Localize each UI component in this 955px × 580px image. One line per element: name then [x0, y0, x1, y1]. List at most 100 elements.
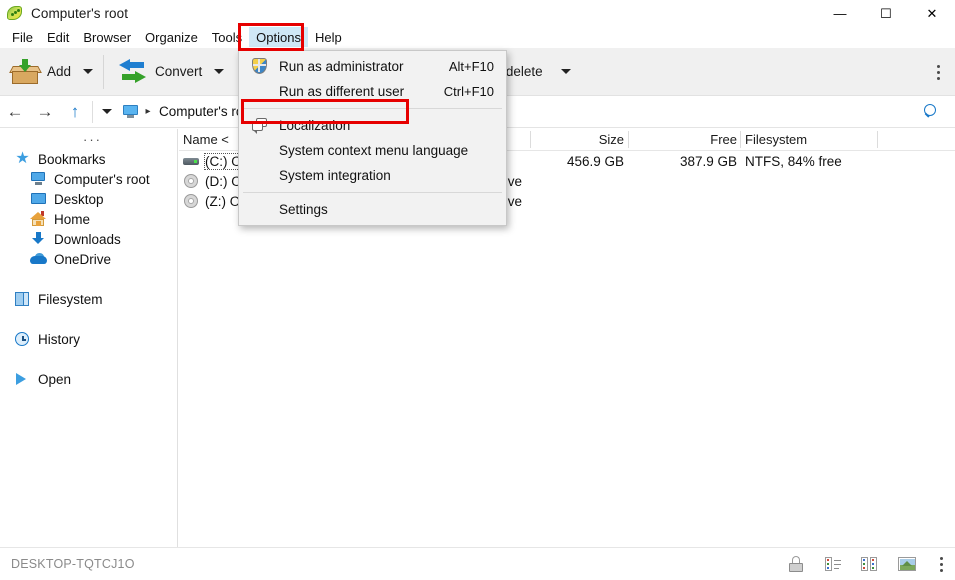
menu-item-label: Localization	[279, 118, 350, 133]
up-button[interactable]: ↑	[60, 97, 90, 127]
column-header-free[interactable]: Free	[632, 129, 737, 150]
filesystem-icon	[14, 291, 31, 307]
sidebar-item-desktop[interactable]: Desktop	[0, 189, 177, 209]
menu-edit[interactable]: Edit	[40, 27, 76, 47]
column-divider[interactable]	[740, 131, 741, 148]
sidebar-item-open[interactable]: Open	[0, 369, 177, 389]
add-box-icon	[10, 58, 40, 86]
sidebar-item-label: Filesystem	[38, 292, 103, 307]
sidebar-item-label: Computer's root	[54, 172, 150, 187]
list-view-icon[interactable]	[861, 555, 879, 573]
forward-button[interactable]: →	[30, 97, 60, 127]
play-icon	[14, 371, 31, 387]
menu-item-shortcut: Alt+F10	[449, 59, 494, 74]
sidebar-item-bookmarks[interactable]: ★ Bookmarks	[0, 149, 177, 169]
menu-item-label: Run as different user	[279, 84, 404, 99]
column-divider[interactable]	[877, 131, 878, 148]
row-size-cell: 456.9 GB	[534, 151, 624, 171]
secure-delete-dropdown-caret[interactable]	[555, 52, 577, 92]
history-dropdown-button[interactable]	[95, 97, 119, 127]
column-divider[interactable]	[628, 131, 629, 148]
title-bar: Computer's root — ☐ ✕	[0, 0, 955, 26]
details-view-icon[interactable]	[824, 555, 842, 573]
sidebar-item-downloads[interactable]: Downloads	[0, 229, 177, 249]
sidebar-item-label: Downloads	[54, 232, 121, 247]
menu-item-run-as-administrator[interactable]: Run as administrator Alt+F10	[239, 54, 506, 79]
overflow-dot	[937, 65, 940, 68]
optical-drive-icon	[183, 194, 199, 208]
menu-item-label: Settings	[279, 202, 328, 217]
menu-help[interactable]: Help	[308, 27, 349, 47]
toolbar-convert-group: Convert	[108, 48, 230, 96]
menu-browser[interactable]: Browser	[76, 27, 138, 47]
window-title: Computer's root	[31, 6, 128, 21]
toolbar-add-group: Add	[0, 48, 99, 96]
chevron-down-icon	[561, 69, 571, 74]
menu-item-label: System integration	[279, 168, 391, 183]
desktop-icon	[30, 191, 47, 207]
convert-button[interactable]: Convert	[108, 52, 208, 92]
toolbar-overflow-button[interactable]	[927, 48, 949, 96]
menu-tools[interactable]: Tools	[205, 27, 249, 47]
chevron-down-icon	[102, 109, 112, 114]
thumbnail-view-icon[interactable]	[898, 555, 916, 573]
sidebar-item-label: Open	[38, 372, 71, 387]
maximize-button[interactable]: ☐	[863, 0, 909, 26]
star-icon: ★	[14, 151, 31, 167]
add-dropdown-caret[interactable]	[77, 52, 99, 92]
close-button[interactable]: ✕	[909, 0, 955, 26]
menu-item-run-as-different-user[interactable]: Run as different user Ctrl+F10	[239, 79, 506, 104]
window-controls: — ☐ ✕	[817, 0, 955, 26]
chevron-down-icon	[83, 69, 93, 74]
sidebar-item-onedrive[interactable]: OneDrive	[0, 249, 177, 269]
overflow-dot	[937, 71, 940, 74]
optical-drive-icon	[183, 174, 199, 188]
column-header-name[interactable]: Name <	[183, 129, 229, 150]
sidebar-item-filesystem[interactable]: Filesystem	[0, 289, 177, 309]
toolbar-divider-1	[103, 55, 104, 89]
sidebar-overflow-dots[interactable]: ···	[0, 129, 177, 149]
search-icon[interactable]	[923, 104, 941, 122]
menu-file[interactable]: File	[5, 27, 40, 47]
chevron-right-icon: ▸	[141, 106, 155, 117]
menu-options[interactable]: Options	[249, 27, 308, 47]
shield-icon	[251, 58, 268, 75]
menu-item-label: Run as administrator	[279, 59, 404, 74]
minimize-button[interactable]: —	[817, 0, 863, 26]
menu-item-label: System context menu language	[279, 143, 468, 158]
sidebar: ··· ★ Bookmarks Computer's root Desktop …	[0, 129, 178, 547]
sidebar-item-home[interactable]: Home	[0, 209, 177, 229]
lock-icon[interactable]	[787, 555, 805, 573]
sidebar-spacer	[0, 349, 177, 369]
menu-organize[interactable]: Organize	[138, 27, 205, 47]
menu-bar: File Edit Browser Organize Tools Options…	[0, 26, 955, 48]
hard-drive-icon	[183, 154, 199, 168]
home-icon	[30, 211, 47, 227]
column-header-size[interactable]: Size	[534, 129, 624, 150]
clock-icon	[14, 331, 31, 347]
cloud-icon	[30, 251, 47, 267]
sidebar-item-label: History	[38, 332, 80, 347]
sidebar-item-history[interactable]: History	[0, 329, 177, 349]
chevron-down-icon	[214, 69, 224, 74]
back-button[interactable]: ←	[0, 97, 30, 127]
menu-item-system-context-menu-language[interactable]: System context menu language	[239, 138, 506, 163]
convert-dropdown-caret[interactable]	[208, 52, 230, 92]
convert-arrows-icon	[118, 58, 148, 86]
add-button[interactable]: Add	[0, 52, 77, 92]
menu-item-localization[interactable]: Localization	[239, 113, 506, 138]
status-overflow-icon[interactable]	[935, 557, 947, 572]
menu-item-system-integration[interactable]: System integration	[239, 163, 506, 188]
overflow-dot	[937, 77, 940, 80]
menu-item-settings[interactable]: Settings	[239, 197, 506, 222]
peazip-pod-icon	[7, 5, 23, 21]
status-bar-icons	[787, 555, 947, 573]
sidebar-spacer	[0, 309, 177, 329]
computer-monitor-icon[interactable]	[119, 105, 141, 118]
sidebar-item-computers-root[interactable]: Computer's root	[0, 169, 177, 189]
peazip-window: Computer's root — ☐ ✕ File Edit Browser …	[0, 0, 955, 580]
convert-button-label: Convert	[155, 64, 202, 79]
column-divider[interactable]	[530, 131, 531, 148]
monitor-icon	[30, 171, 47, 187]
column-header-filesystem[interactable]: Filesystem	[745, 129, 807, 150]
